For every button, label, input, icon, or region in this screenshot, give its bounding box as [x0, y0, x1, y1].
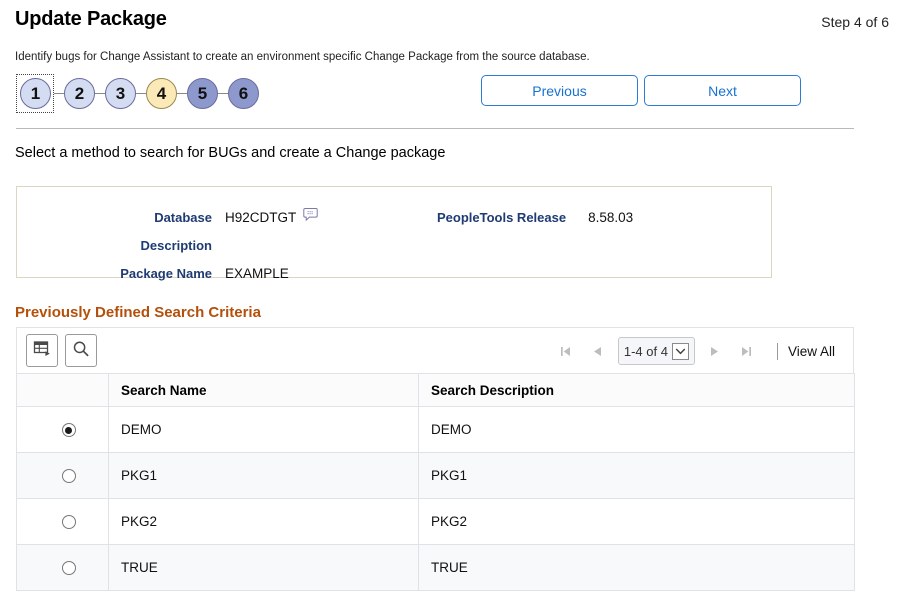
package-name-value: EXAMPLE [225, 266, 289, 281]
search-icon [72, 340, 90, 361]
database-value: H92CDTGT [225, 210, 296, 225]
step-focus-outline: 1 [16, 74, 54, 113]
grid-personalize-icon-button[interactable] [26, 334, 58, 367]
toolbar-icon-group [26, 334, 97, 367]
database-row: Database H92CDTGT [17, 203, 318, 231]
peopletools-release-row: PeopleTools Release 8.58.03 [437, 203, 633, 231]
row-select-cell[interactable] [17, 453, 109, 499]
peopletools-release-label: PeopleTools Release [437, 210, 588, 225]
step-counter: Step 4 of 6 [821, 14, 889, 30]
header-divider [16, 128, 854, 129]
step-node-5[interactable]: 5 [187, 78, 218, 109]
section-prompt: Select a method to search for BUGs and c… [15, 145, 445, 161]
peopletools-release-value: 8.58.03 [588, 210, 633, 225]
step-node-4[interactable]: 4 [146, 78, 177, 109]
grid-heading: Previously Defined Search Criteria [15, 304, 261, 321]
row-select-cell[interactable] [17, 499, 109, 545]
description-label: Description [17, 238, 225, 253]
step-connector [54, 93, 64, 94]
cell-search-description: DEMO [419, 407, 855, 453]
row-radio-button[interactable] [62, 469, 76, 483]
cell-search-name: PKG1 [109, 453, 419, 499]
next-button[interactable]: Next [644, 75, 801, 106]
grid-toolbar: 1-4 of 4 View All [16, 327, 854, 373]
step-connector [218, 93, 228, 94]
cell-search-description: TRUE [419, 545, 855, 591]
row-select-cell[interactable] [17, 545, 109, 591]
step-node-6[interactable]: 6 [228, 78, 259, 109]
previous-button[interactable]: Previous [481, 75, 638, 106]
package-name-row: Package Name EXAMPLE [17, 259, 289, 287]
table-header-row: Search Name Search Description [17, 374, 855, 407]
description-row: Description [17, 231, 225, 259]
step-connector [136, 93, 146, 94]
page-range-selector[interactable]: 1-4 of 4 [618, 337, 695, 365]
instruction-text: Identify bugs for Change Assistant to cr… [15, 51, 590, 63]
table-row[interactable]: TRUETRUE [17, 545, 855, 591]
last-page-icon[interactable] [731, 337, 763, 365]
cell-search-description: PKG1 [419, 453, 855, 499]
cell-search-name: DEMO [109, 407, 419, 453]
page-title: Update Package [15, 8, 167, 31]
page-range-text: 1-4 of 4 [624, 344, 668, 359]
column-header-select [17, 374, 109, 407]
comment-bubble-icon[interactable] [303, 207, 318, 227]
table-row[interactable]: PKG1PKG1 [17, 453, 855, 499]
table-row[interactable]: DEMODEMO [17, 407, 855, 453]
next-page-icon[interactable] [699, 337, 731, 365]
package-info-panel: Database H92CDTGT Description Package Na… [16, 186, 772, 278]
step-connector [177, 93, 187, 94]
column-header-search-description: Search Description [419, 374, 855, 407]
step-node-3[interactable]: 3 [105, 78, 136, 109]
row-select-cell[interactable] [17, 407, 109, 453]
grid-personalize-icon [33, 340, 52, 361]
cell-search-name: PKG2 [109, 499, 419, 545]
grid-search-icon-button[interactable] [65, 334, 97, 367]
pager-separator [777, 343, 778, 360]
table-row[interactable]: PKG2PKG2 [17, 499, 855, 545]
row-radio-button[interactable] [62, 423, 76, 437]
step-node-2[interactable]: 2 [64, 78, 95, 109]
wizard-navigation: Previous Next [481, 75, 801, 106]
row-radio-button[interactable] [62, 515, 76, 529]
package-name-label: Package Name [17, 266, 225, 281]
page-header: Update Package Step 4 of 6 [15, 8, 889, 38]
search-criteria-table: Search Name Search Description DEMODEMOP… [16, 373, 855, 591]
row-radio-button[interactable] [62, 561, 76, 575]
grid-pagination: 1-4 of 4 View All [550, 337, 837, 365]
column-header-search-name: Search Name [109, 374, 419, 407]
step-node-1[interactable]: 1 [20, 78, 51, 109]
cell-search-description: PKG2 [419, 499, 855, 545]
cell-search-name: TRUE [109, 545, 419, 591]
first-page-icon[interactable] [550, 337, 582, 365]
step-train: 123456 [16, 74, 259, 113]
previous-page-icon[interactable] [582, 337, 614, 365]
chevron-down-icon[interactable] [672, 343, 689, 360]
database-label: Database [17, 210, 225, 225]
view-all-link[interactable]: View All [788, 344, 837, 359]
step-connector [95, 93, 105, 94]
